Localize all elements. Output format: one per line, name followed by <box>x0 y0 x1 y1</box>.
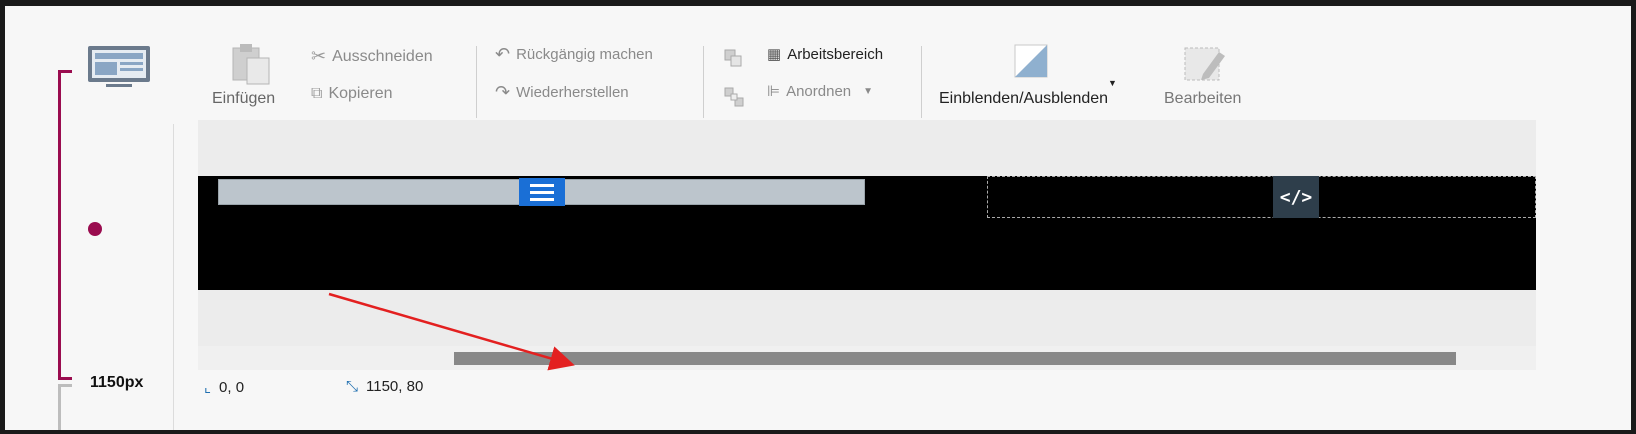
size-readout: ⤡ 1150, 80 <box>346 378 423 395</box>
ribbon-toolbar: Einfügen ✂ Ausschneiden ⧉ Kopieren ↶ Rüc… <box>173 6 1631 124</box>
size-value: 1150, 80 <box>366 378 424 395</box>
redo-label: Wiederherstellen <box>516 84 629 101</box>
canvas-margin-bottom <box>198 290 1536 346</box>
redo-button[interactable]: ↷ Wiederherstellen <box>495 82 629 103</box>
ribbon-separator <box>921 46 922 118</box>
ribbon-separator <box>703 46 704 118</box>
grid-icon: ▦ <box>767 46 782 63</box>
cut-button[interactable]: ✂ Ausschneiden <box>311 46 433 67</box>
html-widget-placeholder[interactable] <box>987 176 1536 218</box>
redo-icon: ↷ <box>495 82 511 102</box>
chevron-down-icon: ▼ <box>863 85 874 97</box>
position-readout: ⌞ 0, 0 <box>204 378 245 397</box>
ribbon-separator <box>476 46 477 118</box>
scissors-icon: ✂ <box>311 46 327 66</box>
breakpoint-handle[interactable] <box>88 222 102 236</box>
position-icon: ⌞ <box>204 379 212 396</box>
edit-pencil-icon[interactable] <box>1183 42 1227 86</box>
align-left-icon: ⊫ <box>767 83 781 100</box>
cut-label: Ausschneiden <box>332 47 433 65</box>
paste-button-label[interactable]: Einfügen <box>212 90 275 108</box>
undo-button[interactable]: ↶ Rückgängig machen <box>495 44 653 65</box>
desktop-monitor-icon[interactable] <box>86 44 152 90</box>
arrange-dropdown[interactable]: ⊫ Anordnen ▼ <box>767 82 874 101</box>
workspace-button[interactable]: ▦ Arbeitsbereich <box>767 45 884 64</box>
status-bar: ⌞ 0, 0 ⤡ 1150, 80 <box>198 370 1536 410</box>
editor-frame: 1150px Einfügen ✂ Ausschneiden ⧉ Kopiere… <box>5 6 1631 430</box>
hamburger-menu-icon[interactable] <box>519 178 565 206</box>
breakpoint-rail: 1150px <box>5 6 174 430</box>
canvas-margin-top <box>198 120 1536 176</box>
undo-icon: ↶ <box>495 44 511 64</box>
undo-label: Rückgängig machen <box>516 46 653 63</box>
arrange-label: Anordnen <box>786 82 852 100</box>
paste-icon[interactable] <box>229 42 273 86</box>
show-hide-icon[interactable] <box>1014 44 1048 78</box>
copy-label: Kopieren <box>328 85 393 102</box>
bring-forward-icon[interactable] <box>723 48 743 68</box>
workspace-label: Arbeitsbereich <box>787 45 884 63</box>
next-breakpoint-bracket <box>58 384 72 430</box>
showhide-button-label[interactable]: Einblenden/Ausblenden <box>939 90 1108 108</box>
breakpoint-bracket <box>58 70 72 380</box>
showhide-dropdown-arrow-icon[interactable]: ▼ <box>1108 78 1117 88</box>
copy-button[interactable]: ⧉ Kopieren <box>311 85 392 103</box>
send-backward-icon[interactable] <box>723 86 745 108</box>
breakpoint-label: 1150px <box>90 374 144 391</box>
copy-icon: ⧉ <box>311 85 323 102</box>
size-icon: ⤡ <box>346 378 359 395</box>
edit-button-label[interactable]: Bearbeiten <box>1164 90 1241 108</box>
code-icon[interactable]: </> <box>1273 176 1319 218</box>
scrollbar-thumb[interactable] <box>454 352 1456 365</box>
position-value: 0, 0 <box>219 378 245 396</box>
